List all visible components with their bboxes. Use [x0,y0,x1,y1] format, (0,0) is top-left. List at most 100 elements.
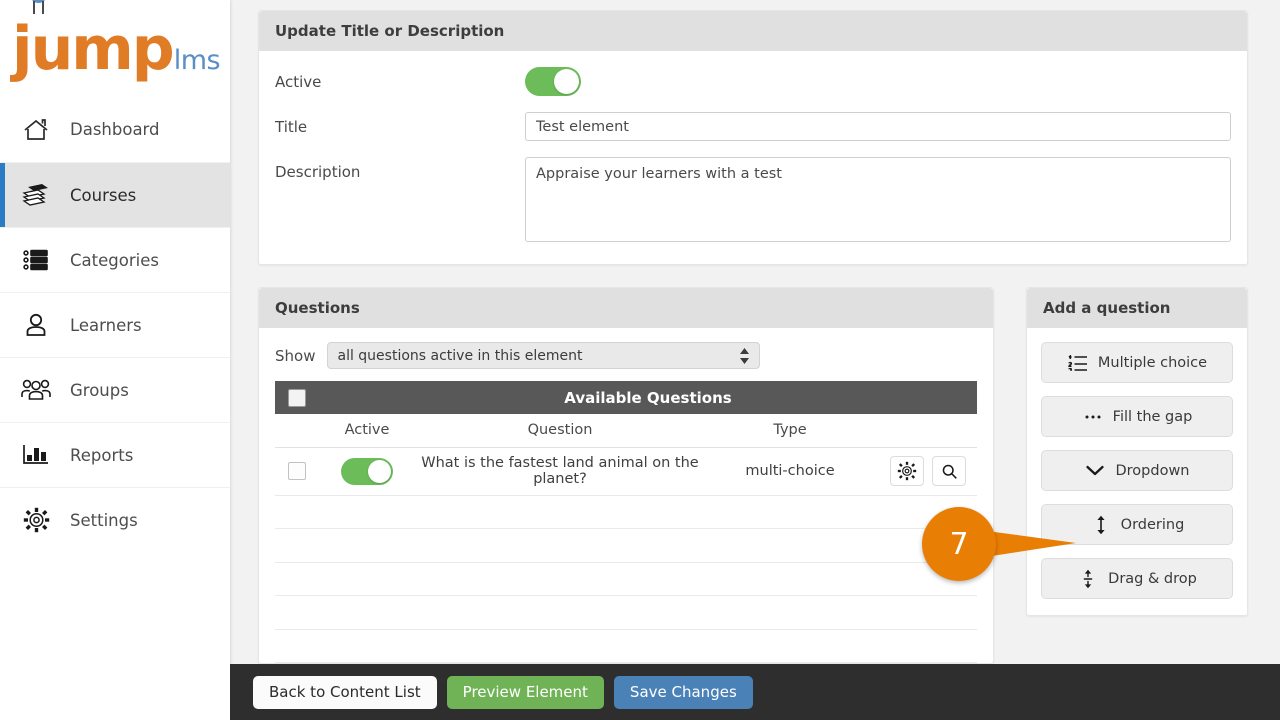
row-question-text: What is the fastest land animal on the p… [415,447,705,496]
sidebar-item-learners[interactable]: Learners [0,292,230,357]
description-label: Description [275,163,361,181]
back-to-content-list-button[interactable]: Back to Content List [253,675,437,709]
add-button-label: Fill the gap [1112,408,1193,425]
show-select[interactable]: all questions active in this element [327,342,761,369]
select-updown-arrows-icon [739,347,750,365]
toggle-knob [368,459,391,483]
table-empty-row [275,595,977,630]
description-field-row: Description [275,157,1231,242]
table-row: What is the fastest land animal on the p… [275,447,977,496]
column-header-actions [875,414,977,448]
row-active-toggle[interactable] [341,457,393,485]
sidebar-item-label: Learners [70,315,142,335]
add-drag-and-drop-button[interactable]: Drag & drop [1041,558,1233,599]
panel-title: Add a question [1027,288,1247,328]
toggle-knob [554,69,579,94]
row-settings-gear-icon-button[interactable] [889,456,924,486]
sidebar-item-label: Courses [70,185,137,205]
add-button-label: Dropdown [1115,462,1190,479]
app-root: jump lms Dashboard Courses Categories Le… [0,0,1280,720]
users-icon [16,373,56,407]
table-header-row: Active Question Type [275,414,977,448]
title-field-row: Title [275,112,1231,141]
row-checkbox[interactable] [288,462,306,480]
logo-secondary-text: lms [173,44,221,76]
app-logo[interactable]: jump lms [0,0,230,97]
sidebar: jump lms Dashboard Courses Categories Le… [0,0,230,720]
save-changes-button[interactable]: Save Changes [613,675,753,709]
table-empty-row [275,562,977,596]
row-select-cell [275,447,319,496]
add-ordering-button[interactable]: Ordering [1041,504,1233,545]
active-toggle[interactable] [525,67,581,96]
sidebar-item-categories[interactable]: Categories [0,227,230,292]
update-panel-body: Active Title Description [259,51,1247,264]
sidebar-item-label: Categories [70,250,159,270]
sidebar-item-label: Groups [70,380,129,400]
show-label: Show [275,346,316,365]
preview-element-button[interactable]: Preview Element [446,675,604,709]
questions-table: Available Questions Active Question Type [275,381,977,663]
column-header-active: Active [319,414,415,448]
column-header-blank [275,414,319,448]
active-label: Active [275,73,322,91]
column-header-question: Question [415,414,705,448]
numbered-list-icon [1067,354,1089,372]
questions-panel: Questions Show all questions active in t… [258,287,994,664]
logo-primary-text: jump [12,13,175,84]
sidebar-item-courses[interactable]: Courses [0,162,230,227]
add-button-label: Multiple choice [1097,354,1208,371]
sidebar-item-reports[interactable]: Reports [0,422,230,487]
chevron-down-icon [1084,462,1106,480]
table-banner-row: Available Questions [275,381,977,414]
title-input[interactable] [525,112,1231,141]
bar-chart-icon [16,438,56,472]
books-icon [16,178,56,212]
home-icon [16,113,56,147]
add-panel-body: Multiple choice Fill the gap Dropdown Or… [1027,328,1247,615]
table-empty-row [275,629,977,663]
up-down-arrow-icon [1090,515,1112,534]
logo-stem-icon [33,0,44,14]
row-type-text: multi-choice [705,447,875,496]
add-button-label: Drag & drop [1108,570,1197,587]
table-banner-label: Available Questions [319,381,977,414]
row-active-cell [319,447,415,496]
sidebar-item-label: Settings [70,510,138,530]
description-textarea[interactable] [525,157,1231,242]
user-icon [16,308,56,342]
list-icon [16,243,56,277]
drag-handle-icon [1077,569,1099,588]
main-content: Update Title or Description Active Title… [230,0,1280,720]
sidebar-item-settings[interactable]: Settings [0,487,230,552]
show-filter-row: Show all questions active in this elemen… [275,342,977,369]
add-multiple-choice-button[interactable]: Multiple choice [1041,342,1233,383]
add-dropdown-button[interactable]: Dropdown [1041,450,1233,491]
table-empty-row [275,528,977,563]
lower-row: Questions Show all questions active in t… [258,287,1250,664]
add-fill-the-gap-button[interactable]: Fill the gap [1041,396,1233,437]
active-field-row: Active [275,67,1231,96]
row-search-icon-button[interactable] [932,456,967,486]
sidebar-nav: Dashboard Courses Categories Learners Gr… [0,97,230,552]
ellipsis-icon [1082,408,1104,426]
update-title-panel: Update Title or Description Active Title… [258,10,1248,265]
questions-panel-body: Show all questions active in this elemen… [259,328,993,663]
gear-icon [16,503,56,537]
table-empty-row [275,495,977,529]
add-button-label: Ordering [1120,516,1185,533]
panel-title: Questions [259,288,993,328]
sidebar-item-label: Reports [70,445,134,465]
column-header-type: Type [705,414,875,448]
show-select-value: all questions active in this element [337,347,583,364]
sidebar-item-dashboard[interactable]: Dashboard [0,97,230,162]
panel-title: Update Title or Description [259,11,1247,51]
select-all-checkbox[interactable] [288,388,306,407]
sidebar-item-groups[interactable]: Groups [0,357,230,422]
sidebar-item-label: Dashboard [70,120,160,139]
bottom-action-bar: Back to Content List Preview Element Sav… [230,664,1280,720]
add-question-panel: Add a question Multiple choice Fill the … [1026,287,1248,616]
select-all-cell [275,381,319,414]
title-label: Title [275,118,308,136]
row-actions-cell [875,447,977,496]
